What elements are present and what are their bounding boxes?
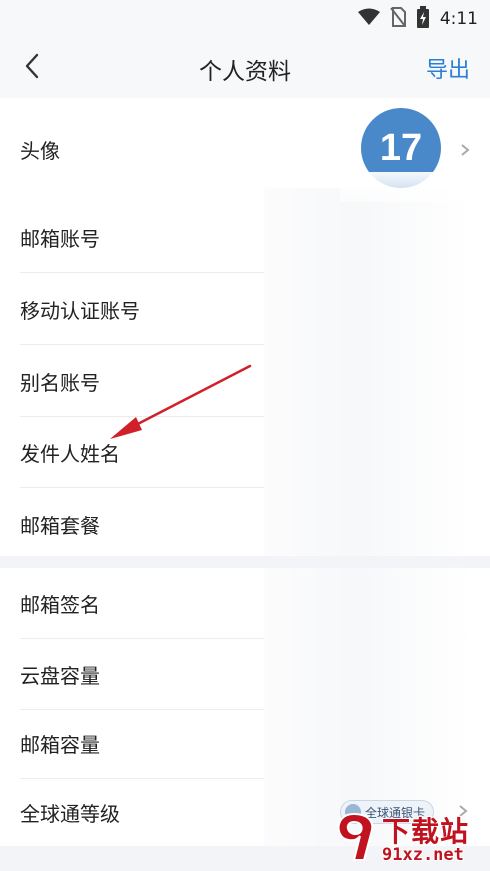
app-header: 个人资料 导出 — [0, 34, 490, 98]
row-sender-name[interactable]: 发件人姓名 — [20, 417, 264, 488]
row-mobile-auth-account[interactable]: 移动认证账号 — [20, 274, 264, 345]
row-global-level[interactable]: 全球通等级 — [20, 777, 264, 847]
row-mailbox-account[interactable]: 邮箱账号 — [20, 202, 264, 273]
status-time: 4:11 — [439, 9, 478, 29]
row-label: 全球通等级 — [20, 801, 120, 826]
blurred-values — [264, 188, 470, 556]
wifi-icon — [357, 8, 380, 30]
chevron-right-icon — [461, 144, 470, 156]
row-label: 移动认证账号 — [20, 298, 140, 323]
row-cloud-capacity[interactable]: 云盘容量 — [20, 639, 264, 710]
page-title: 个人资料 — [199, 59, 291, 85]
row-label: 邮箱容量 — [20, 732, 100, 757]
no-sim-icon — [390, 7, 406, 31]
row-label: 别名账号 — [20, 370, 100, 395]
avatar-label: 头像 — [20, 138, 60, 163]
status-bar: 4:11 — [0, 0, 490, 34]
watermark-url: 91xz.net — [382, 845, 464, 865]
row-label: 邮箱签名 — [20, 592, 100, 617]
row-label: 云盘容量 — [20, 663, 100, 688]
watermark-logo — [337, 812, 374, 861]
row-label: 邮箱账号 — [20, 226, 100, 251]
watermark-title: 下载站 — [382, 815, 470, 848]
avatar-blur-overlay — [340, 172, 470, 202]
avatar-row[interactable]: 头像 — [20, 114, 264, 184]
row-label: 发件人姓名 — [20, 441, 120, 466]
row-mailbox-capacity[interactable]: 邮箱容量 — [20, 708, 264, 779]
export-button[interactable]: 导出 — [426, 52, 470, 84]
battery-charging-icon — [416, 6, 430, 32]
account-section: 邮箱账号 移动认证账号 别名账号 发件人姓名 邮箱套餐 — [0, 188, 490, 556]
row-mailbox-plan[interactable]: 邮箱套餐 — [20, 489, 264, 559]
row-alias-account[interactable]: 别名账号 — [20, 346, 264, 417]
row-label: 邮箱套餐 — [20, 513, 100, 538]
row-mail-signature[interactable]: 邮箱签名 — [20, 568, 264, 639]
site-watermark: 下载站 91xz.net — [328, 808, 488, 870]
